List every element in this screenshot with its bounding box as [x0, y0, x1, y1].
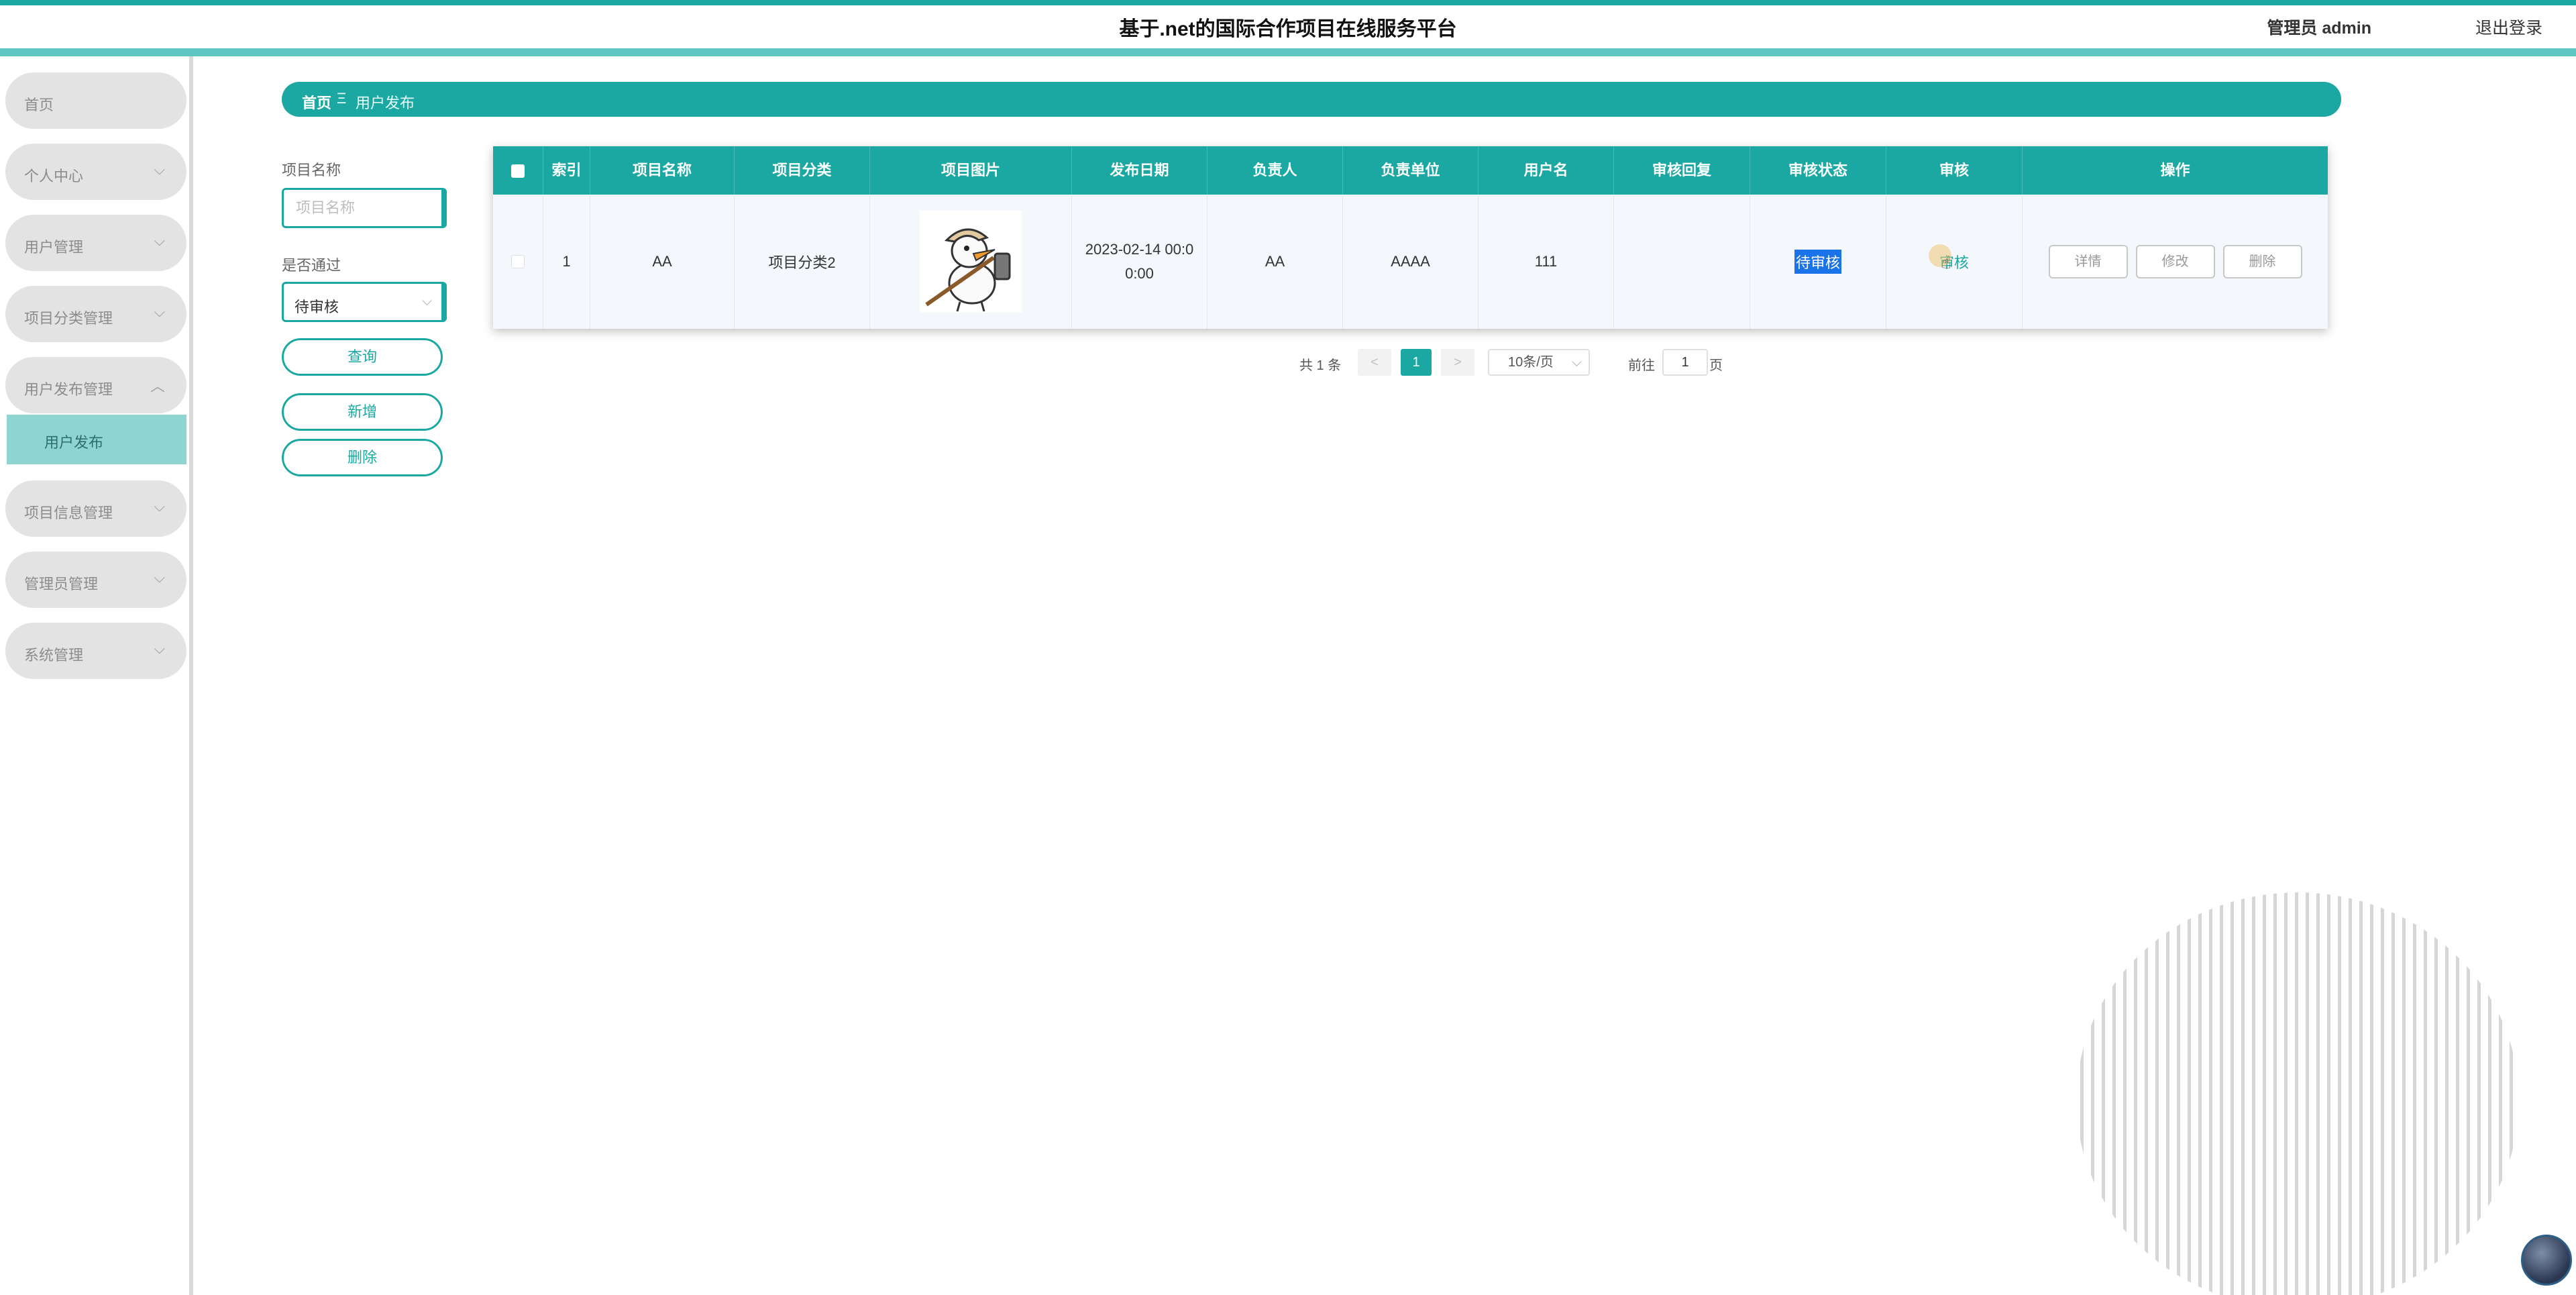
chevron-up-icon: ︿	[150, 378, 165, 395]
sidebar-subitem-label: 用户发布	[44, 434, 104, 451]
cell-audit-status: 待审核	[1750, 195, 1886, 329]
sidebar-item-user-management[interactable]: 用户管理 ⌵	[5, 215, 186, 271]
project-thumbnail-image	[920, 211, 1022, 313]
goto-label: 前往	[1628, 358, 1655, 373]
cell-audit-reply	[1614, 195, 1750, 329]
add-button[interactable]: 新增	[282, 393, 443, 431]
chevron-down-icon: ⌵	[154, 640, 165, 657]
sidebar-item-label: 用户发布管理	[24, 381, 113, 398]
breadcrumb-home-link[interactable]: 首页	[302, 91, 331, 113]
chevron-down-icon: ⌵	[154, 569, 165, 586]
sidebar-item-home[interactable]: 首页	[5, 72, 186, 129]
decorative-stripe-circle	[2070, 892, 2526, 1295]
goto-page-input[interactable]	[1662, 349, 1708, 376]
cell-actions: 详情 修改 删除	[2023, 195, 2328, 329]
sidebar-item-label: 管理员管理	[24, 576, 99, 592]
cell-index: 1	[543, 195, 590, 329]
sidebar-item-project-info[interactable]: 项目信息管理 ⌵	[5, 480, 186, 537]
current-user-label: 管理员 admin	[2267, 19, 2371, 38]
sidebar-item-label: 项目信息管理	[24, 505, 113, 521]
prev-page-button[interactable]: <	[1358, 349, 1391, 376]
cell-audit: 审核 ☝	[1886, 195, 2023, 329]
header-select-all[interactable]	[493, 146, 543, 195]
chevron-down-icon: ⌵	[154, 498, 165, 515]
project-name-label: 项目名称	[282, 162, 341, 178]
sidebar-item-personal-center[interactable]: 个人中心 ⌵	[5, 144, 186, 200]
pass-status-select[interactable]: 待审核 ⌵	[282, 282, 447, 322]
sidebar-item-publish-management[interactable]: 用户发布管理 ︿	[5, 357, 186, 413]
sidebar-item-label: 用户管理	[24, 239, 84, 256]
cell-project-name: AA	[590, 195, 735, 329]
cell-publish-date: 2023-02-14 00:00:00	[1072, 195, 1208, 329]
sidebar-subitem-user-publish[interactable]: 用户发布	[7, 415, 186, 464]
column-header: 审核回复	[1614, 146, 1750, 195]
sidebar-item-label: 系统管理	[24, 647, 84, 664]
cell-username: 111	[1479, 195, 1614, 329]
column-header: 项目分类	[735, 146, 870, 195]
cell-unit: AAAA	[1343, 195, 1479, 329]
page-size-select[interactable]: 10条/页 ⌵	[1488, 349, 1590, 376]
cell-category: 项目分类2	[735, 195, 870, 329]
project-name-input[interactable]	[282, 188, 447, 228]
column-header: 负责单位	[1343, 146, 1479, 195]
data-table: 索引 项目名称 项目分类 项目图片 发布日期 负责人 负责单位 用户名 审核回复…	[493, 146, 2328, 329]
sidebar-item-label: 项目分类管理	[24, 310, 113, 327]
next-page-button[interactable]: >	[1441, 349, 1474, 376]
row-checkbox-cell[interactable]	[493, 195, 543, 329]
top-header: 基于.net的国际合作项目在线服务平台 管理员 admin 退出登录	[0, 0, 2576, 56]
audit-link[interactable]: 审核 ☝	[1928, 244, 1969, 272]
sidebar-item-system-management[interactable]: 系统管理 ⌵	[5, 623, 186, 679]
chevron-down-icon: ⌵	[154, 161, 165, 178]
chevron-down-icon: ⌵	[1571, 355, 1582, 370]
breadcrumb-current: 用户发布	[356, 95, 415, 111]
chevron-down-icon: ⌵	[421, 294, 432, 309]
detail-button[interactable]: 详情	[2048, 245, 2128, 278]
goto-unit-label: 页	[1709, 358, 1723, 373]
column-header: 索引	[543, 146, 590, 195]
column-header: 审核	[1886, 146, 2023, 195]
column-header: 负责人	[1208, 146, 1343, 195]
batch-delete-button[interactable]: 删除	[282, 439, 443, 476]
floating-avatar-icon[interactable]	[2521, 1235, 2572, 1286]
column-header: 操作	[2160, 162, 2190, 178]
cell-manager: AA	[1208, 195, 1343, 329]
select-all-checkbox[interactable]	[511, 164, 525, 178]
decorative-stripe-graphic	[2076, 892, 2519, 1295]
header-bottom-stripe	[0, 48, 2576, 56]
pass-status-value: 待审核	[294, 299, 339, 315]
logout-button[interactable]: 退出登录	[2475, 15, 2542, 39]
column-header: 用户名	[1479, 146, 1614, 195]
sidebar: 首页 个人中心 ⌵ 用户管理 ⌵ 项目分类管理 ⌵ 用户发布管理 ︿ 用户发布 …	[0, 56, 193, 1295]
sidebar-item-label: 首页	[24, 97, 54, 113]
breadcrumb-separator-icon: Ξ	[337, 90, 347, 107]
sidebar-item-label: 个人中心	[24, 168, 84, 185]
delete-button[interactable]: 删除	[2222, 245, 2302, 278]
page-number-button[interactable]: 1	[1401, 349, 1432, 376]
pass-status-label: 是否通过	[282, 257, 341, 274]
row-checkbox[interactable]	[511, 255, 525, 268]
header-top-stripe	[0, 0, 2576, 5]
table-header: 索引 项目名称 项目分类 项目图片 发布日期 负责人 负责单位 用户名 审核回复…	[493, 146, 2328, 195]
chevron-down-icon: ⌵	[154, 303, 165, 320]
audit-status-text: 待审核	[1794, 250, 1841, 274]
column-header: 发布日期	[1072, 146, 1208, 195]
pointer-cursor-icon: ☝	[1940, 252, 1951, 272]
query-button[interactable]: 查询	[282, 338, 443, 376]
column-header: 项目图片	[870, 146, 1072, 195]
app-title: 基于.net的国际合作项目在线服务平台	[1119, 18, 1457, 40]
sidebar-item-category-management[interactable]: 项目分类管理 ⌵	[5, 286, 186, 342]
breadcrumb: 首页 Ξ 用户发布	[282, 82, 2341, 117]
chevron-down-icon: ⌵	[154, 232, 165, 249]
column-header: 审核状态	[1750, 146, 1886, 195]
edit-button[interactable]: 修改	[2135, 245, 2215, 278]
sidebar-item-admin-management[interactable]: 管理员管理 ⌵	[5, 552, 186, 608]
cell-image	[870, 195, 1072, 329]
pagination-total: 共 1 条	[1299, 358, 1342, 373]
column-header: 项目名称	[590, 146, 735, 195]
page-size-value: 10条/页	[1508, 355, 1554, 370]
